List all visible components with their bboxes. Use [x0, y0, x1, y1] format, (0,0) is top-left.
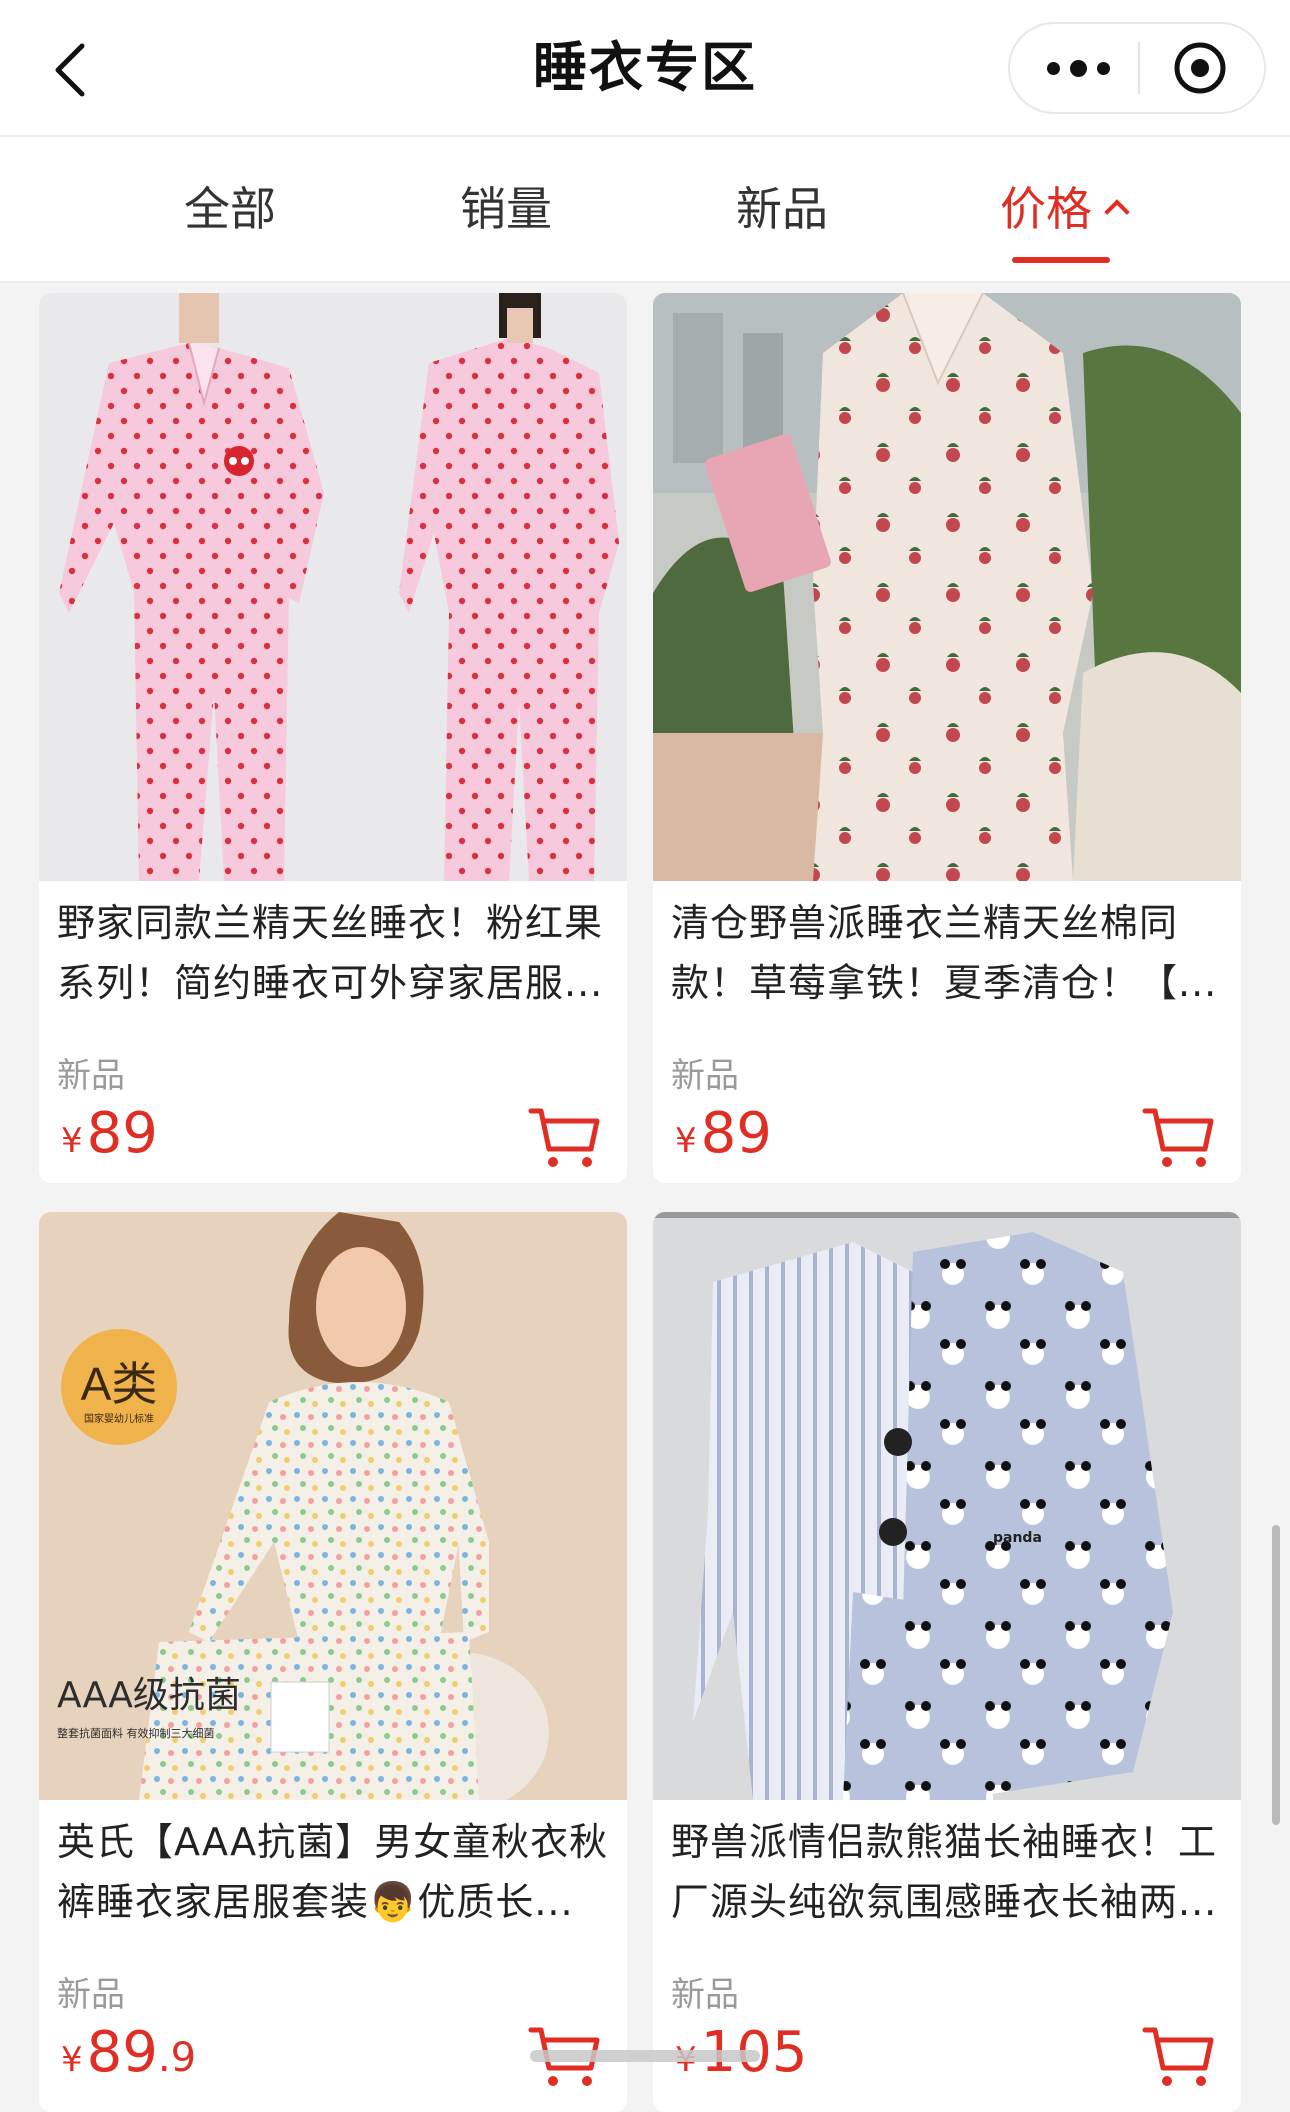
- price-integer: 89: [86, 2020, 158, 2085]
- product-title: 野家同款兰精天丝睡衣！粉红果系列！简约睡衣可外穿家居服...: [57, 901, 604, 1005]
- shopping-cart-icon: [1142, 2027, 1214, 2086]
- tab-sales[interactable]: 销量: [436, 137, 576, 281]
- product-image[interactable]: [653, 293, 1241, 881]
- mini-program-capsule: [1008, 22, 1266, 114]
- product-card[interactable]: 野家同款兰精天丝睡衣！粉红果系列！简约睡衣可外穿家居服... 新品 ¥89: [39, 293, 627, 1183]
- product-price: ¥89.9: [61, 2020, 196, 2085]
- panda-pajamas-image: panda: [653, 1212, 1241, 1800]
- currency-symbol: ¥: [61, 1121, 83, 1161]
- active-tab-indicator: [1012, 257, 1110, 263]
- capsule-divider: [1138, 42, 1140, 94]
- tab-label: 价格: [1000, 182, 1092, 236]
- tab-label: 新品: [736, 182, 828, 236]
- price-integer: 89: [86, 1101, 158, 1166]
- product-title: 野兽派情侣款熊猫长袖睡衣！工厂源头纯欲氛围感睡衣长袖两...: [671, 1820, 1218, 1924]
- image-caption: AAA级抗菌: [57, 1675, 241, 1716]
- close-mini-program-button[interactable]: [1150, 24, 1250, 112]
- new-badge: 新品: [671, 1056, 739, 1096]
- shopping-cart-icon: [1142, 1108, 1214, 1167]
- tab-label: 全部: [184, 182, 276, 236]
- product-price: ¥89: [61, 1101, 158, 1166]
- back-button[interactable]: [40, 30, 100, 110]
- more-button[interactable]: [1028, 24, 1128, 112]
- target-circle-icon: [1174, 42, 1226, 94]
- product-title: 英氏【AAA抗菌】男女童秋衣秋裤睡衣家居服套装👦优质长...: [57, 1820, 609, 1924]
- badge-text: A类: [81, 1358, 158, 1410]
- product-card[interactable]: panda 野兽派情侣款熊猫长袖睡衣！工厂源头纯欲氛围感睡衣长袖两... 新品 …: [653, 1212, 1241, 2112]
- product-image[interactable]: [39, 293, 627, 881]
- shopping-cart-icon: [528, 1108, 600, 1167]
- new-badge: 新品: [671, 1975, 739, 2015]
- new-badge: 新品: [57, 1975, 125, 2015]
- chevron-up-icon: [1104, 199, 1130, 225]
- sort-tab-bar: 全部 销量 新品 价格: [0, 135, 1290, 283]
- image-caption-sub: 整套抗菌面料 有效抑制三大细菌: [57, 1726, 215, 1740]
- product-price: ¥89: [675, 1101, 772, 1166]
- add-to-cart-button[interactable]: [1139, 2022, 1219, 2092]
- currency-symbol: ¥: [675, 1121, 697, 1161]
- product-card[interactable]: 清仓野兽派睡衣兰精天丝棉同款！草莓拿铁！夏季清仓！【... 新品 ¥89: [653, 293, 1241, 1183]
- add-to-cart-button[interactable]: [525, 1103, 605, 1173]
- kids-pajamas-image: A类 国家婴幼儿标准 AAA级抗菌 整套抗菌面料 有效抑制三大细菌: [39, 1212, 627, 1800]
- tab-new[interactable]: 新品: [712, 137, 852, 281]
- image-label: panda: [993, 1530, 1042, 1546]
- product-title: 清仓野兽派睡衣兰精天丝棉同款！草莓拿铁！夏季清仓！【...: [671, 901, 1218, 1005]
- strawberry-pajamas-image: [653, 293, 1241, 881]
- tab-all[interactable]: 全部: [160, 137, 300, 281]
- chevron-left-icon: [55, 43, 85, 97]
- add-to-cart-button[interactable]: [1139, 1103, 1219, 1173]
- price-decimal: .9: [157, 2035, 197, 2081]
- badge-subtext: 国家婴幼儿标准: [84, 1412, 154, 1425]
- product-image[interactable]: A类 国家婴幼儿标准 AAA级抗菌 整套抗菌面料 有效抑制三大细菌: [39, 1212, 627, 1800]
- product-image[interactable]: panda: [653, 1212, 1241, 1800]
- product-card[interactable]: A类 国家婴幼儿标准 AAA级抗菌 整套抗菌面料 有效抑制三大细菌 英氏【AAA…: [39, 1212, 627, 2112]
- home-indicator: [530, 2050, 760, 2062]
- currency-symbol: ¥: [61, 2040, 83, 2080]
- new-badge: 新品: [57, 1056, 125, 1096]
- nav-bar: 睡衣专区: [0, 0, 1290, 135]
- tab-label: 销量: [460, 182, 552, 236]
- scrollbar[interactable]: [1272, 1525, 1280, 1825]
- price-integer: 89: [700, 1101, 772, 1166]
- pink-pajamas-image: [39, 293, 627, 881]
- more-dots-icon: [1042, 59, 1115, 77]
